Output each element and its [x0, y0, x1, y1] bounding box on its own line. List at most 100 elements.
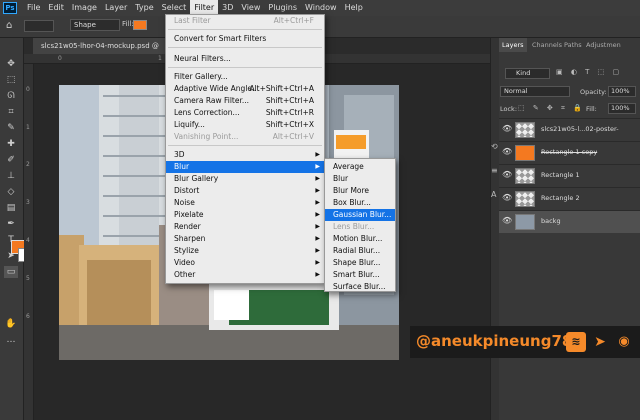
visibility-eye-icon[interactable]: 👁 [502, 171, 512, 179]
menu-image[interactable]: Image [68, 0, 101, 16]
submenu-item-gaussian-blur[interactable]: Gaussian Blur... [325, 209, 395, 221]
menu-item-convert-smart-filters[interactable]: Convert for Smart Filters [166, 33, 324, 45]
menu-layer[interactable]: Layer [101, 0, 131, 16]
menu-item-other[interactable]: Other ▶ [166, 269, 324, 281]
menu-item-pixelate[interactable]: Pixelate ▶ [166, 209, 324, 221]
menu-item-liquify[interactable]: Liquify... Shift+Ctrl+X [166, 119, 324, 131]
visibility-eye-icon[interactable]: 👁 [502, 148, 512, 156]
layer-row[interactable]: 👁 slcs21w05-l...02-poster- [499, 118, 640, 141]
steemit-icon: ≋ [566, 332, 586, 352]
menu-item-neural-filters[interactable]: Neural Filters... [166, 53, 324, 65]
tab-adjustments[interactable]: Adjustmen [583, 38, 624, 52]
chevron-right-icon: ▶ [315, 247, 320, 254]
eraser-tool-icon[interactable]: ◇ [4, 186, 18, 198]
layer-row[interactable]: 👁 backg [499, 210, 640, 233]
menu-item-vanishing-point[interactable]: Vanishing Point... Alt+Ctrl+V [166, 131, 324, 143]
submenu-item-box-blur[interactable]: Box Blur... [325, 197, 395, 209]
chevron-right-icon: ▶ [315, 163, 320, 170]
submenu-item-motion-blur[interactable]: Motion Blur... [325, 233, 395, 245]
menu-item-lens-correction[interactable]: Lens Correction... Shift+Ctrl+R [166, 107, 324, 119]
photoshop-logo[interactable]: Ps [3, 2, 17, 14]
visibility-eye-icon[interactable]: 👁 [502, 125, 512, 133]
fill-label: Fill: [586, 105, 597, 113]
home-icon[interactable]: ⌂ [6, 20, 12, 31]
layer-name: backg [541, 217, 561, 225]
opacity-field[interactable]: 100% [608, 86, 636, 97]
collapsed-panel-strip: ⟲ ≡ A [490, 38, 499, 420]
submenu-item-shape-blur[interactable]: Shape Blur... [325, 257, 395, 269]
menu-divider [168, 47, 322, 48]
discord-icon: ◉ [618, 334, 630, 349]
chevron-right-icon: ▶ [315, 175, 320, 182]
ruler-vertical: 0 1 2 3 4 5 6 [24, 64, 34, 420]
lasso-tool-icon[interactable]: ᘏ [4, 90, 18, 102]
menu-item-video[interactable]: Video ▶ [166, 257, 324, 269]
ruler-label: 3 [26, 199, 30, 206]
brush-tool-icon[interactable]: ✐ [4, 154, 18, 166]
rectangle-tool-icon[interactable]: ▭ [4, 266, 18, 278]
submenu-item-lens-blur[interactable]: Lens Blur... [325, 221, 395, 233]
ruler-label: 6 [26, 313, 30, 320]
layer-name: Rectangle 1 [541, 171, 580, 179]
fill-color-swatch[interactable] [133, 20, 147, 30]
blur-submenu: Average Blur Blur More Box Blur... Gauss… [324, 158, 396, 292]
stamp-tool-icon[interactable]: ⊥ [4, 170, 18, 182]
ruler-label: 0 [58, 55, 62, 62]
hand-tool-icon[interactable]: ✋ [4, 318, 18, 330]
watermark-banner: @aneukpineung78 ≋ ➤ ◉ [410, 326, 640, 358]
menu-item-adaptive-wide-angle[interactable]: Adaptive Wide Angle... Alt+Shift+Ctrl+A [166, 83, 324, 95]
menu-item-stylize[interactable]: Stylize ▶ [166, 245, 324, 257]
pen-tool-icon[interactable]: ✒ [4, 218, 18, 230]
layer-filter-kind-select[interactable]: Kind [505, 68, 550, 79]
menu-item-3d[interactable]: 3D ▶ [166, 149, 324, 161]
submenu-item-blur-more[interactable]: Blur More [325, 185, 395, 197]
gradient-tool-icon[interactable]: ▤ [4, 202, 18, 214]
menu-item-blur-gallery[interactable]: Blur Gallery ▶ [166, 173, 324, 185]
tab-layers[interactable]: Layers [499, 38, 527, 52]
submenu-item-surface-blur[interactable]: Surface Blur... [325, 281, 395, 293]
marquee-tool-icon[interactable]: ⬚ [4, 74, 18, 86]
document-tab[interactable]: slcs21w05-lhor-04-mockup.psd @ [33, 38, 178, 54]
tools-panel: ✥ ⬚ ᘏ ⌗ ✎ ✚ ✐ ⊥ ◇ ▤ ✒ T ➤ ▭ ✋ … [0, 38, 24, 420]
chevron-right-icon: ▶ [315, 235, 320, 242]
tool-preset-picker[interactable] [24, 20, 54, 32]
layer-row[interactable]: 👁 Rectangle 2 [499, 187, 640, 210]
crop-tool-icon[interactable]: ⌗ [4, 106, 18, 118]
eyedropper-tool-icon[interactable]: ✎ [4, 122, 18, 134]
menu-item-render[interactable]: Render ▶ [166, 221, 324, 233]
layer-row[interactable]: 👁 Rectangle 1 copy [499, 141, 640, 164]
lock-icons[interactable]: ⬚ ✎ ✥ ⌗ 🔒 [518, 104, 585, 113]
menu-item-noise[interactable]: Noise ▶ [166, 197, 324, 209]
fill-field[interactable]: 100% [608, 103, 636, 114]
more-tools-icon[interactable]: … [4, 334, 18, 346]
menu-help[interactable]: Help [341, 0, 367, 16]
submenu-item-blur[interactable]: Blur [325, 173, 395, 185]
layer-filter-icons[interactable]: ▣ ◐ T ⬚ ▢ [556, 68, 636, 79]
visibility-eye-icon[interactable]: 👁 [502, 194, 512, 202]
ruler-label: 5 [26, 275, 30, 282]
submenu-item-average[interactable]: Average [325, 161, 395, 173]
submenu-item-radial-blur[interactable]: Radial Blur... [325, 245, 395, 257]
healing-tool-icon[interactable]: ✚ [4, 138, 18, 150]
shape-mode-select[interactable]: Shape [70, 19, 120, 31]
menu-item-sharpen[interactable]: Sharpen ▶ [166, 233, 324, 245]
menu-item-last-filter[interactable]: Last Filter Alt+Ctrl+F [166, 15, 324, 27]
layer-row[interactable]: 👁 Rectangle 1 [499, 164, 640, 187]
menu-item-distort[interactable]: Distort ▶ [166, 185, 324, 197]
layer-thumbnail [515, 122, 535, 138]
chevron-right-icon: ▶ [315, 259, 320, 266]
menu-item-filter-gallery[interactable]: Filter Gallery... [166, 71, 324, 83]
tab-paths[interactable]: Paths [561, 38, 585, 52]
tab-channels[interactable]: Channels [529, 38, 565, 52]
menu-item-blur[interactable]: Blur ▶ [166, 161, 324, 173]
ruler-label: 0 [26, 86, 30, 93]
menu-item-camera-raw[interactable]: Camera Raw Filter... Shift+Ctrl+A [166, 95, 324, 107]
blend-mode-select[interactable]: Normal [500, 86, 570, 97]
move-tool-icon[interactable]: ✥ [4, 58, 18, 70]
ruler-label: 4 [26, 237, 30, 244]
submenu-item-smart-blur[interactable]: Smart Blur... [325, 269, 395, 281]
menu-file[interactable]: File [23, 0, 44, 16]
visibility-eye-icon[interactable]: 👁 [502, 217, 512, 225]
menu-type[interactable]: Type [131, 0, 157, 16]
menu-edit[interactable]: Edit [44, 0, 68, 16]
